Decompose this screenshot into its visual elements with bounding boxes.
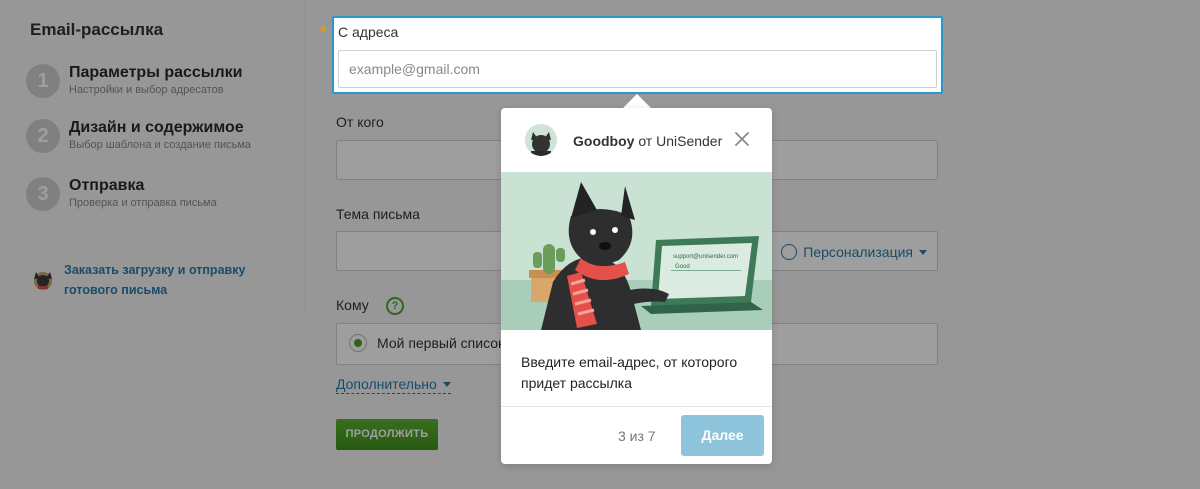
required-asterisk: * [320,24,327,41]
avatar [525,124,557,156]
dog-avatar-icon [525,124,557,156]
popup-header: Goodboy от UniSender [501,108,772,172]
laptop-good-text: Good [675,264,690,270]
popup-author: Goodboy от UniSender [573,133,722,149]
from-address-label: С адреса [338,24,399,40]
next-button[interactable]: Далее [681,415,764,456]
popup-message: Введите email-адрес, от которого придет … [521,354,738,391]
popup-author-rest: от UniSender [634,133,723,149]
dog-illustration: support@unisender.com Good [501,172,772,330]
from-address-field: С адреса example@gmail.com [332,16,943,94]
onboarding-popup: Goodboy от UniSender support@unisender.c… [501,108,772,464]
laptop-email-text: support@unisender.com [673,254,738,260]
popup-arrow [623,94,651,108]
popup-divider [501,406,772,407]
popup-author-bold: Goodboy [573,133,635,149]
tour-step-counter: 3 из 7 [618,428,656,444]
close-icon[interactable] [733,130,751,148]
from-address-input[interactable]: example@gmail.com [338,50,937,88]
